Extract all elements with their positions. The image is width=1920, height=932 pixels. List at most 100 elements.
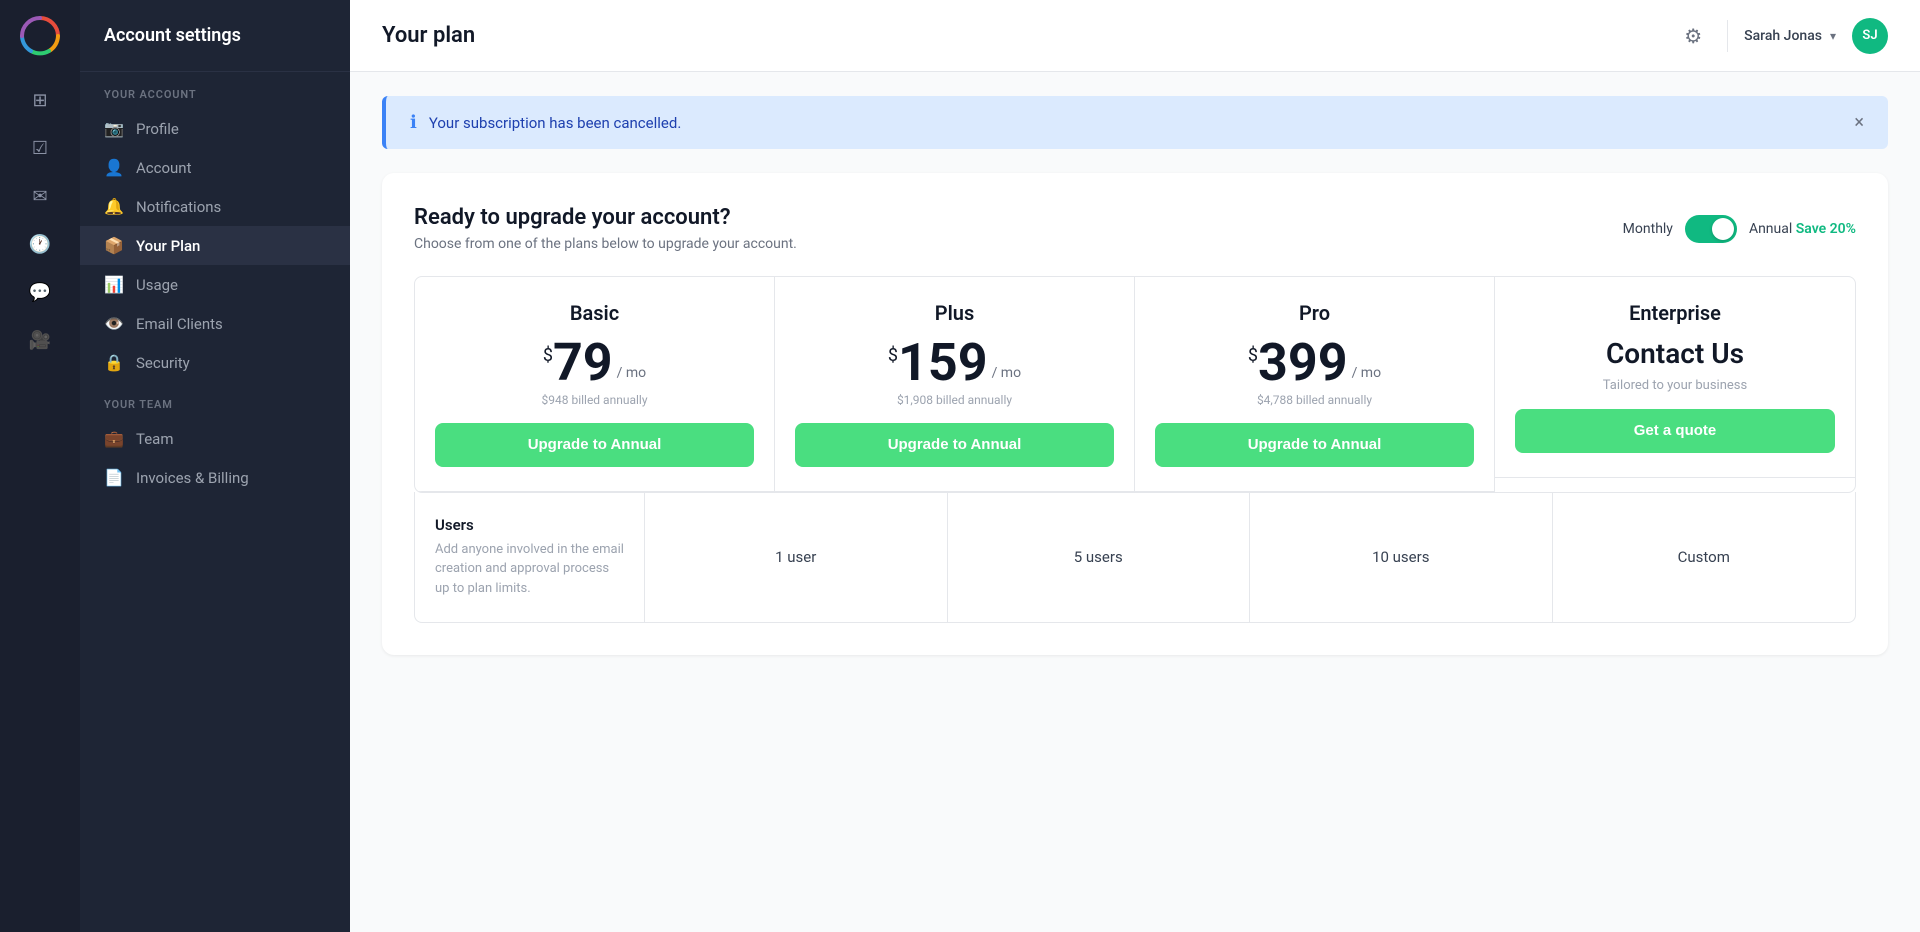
plans-grid: Basic $ 79 / mo $948 billed annually Upg… bbox=[414, 276, 1856, 493]
sidebar-icon-grid[interactable]: ⊞ bbox=[20, 80, 60, 120]
sidebar-label-security: Security bbox=[136, 354, 190, 372]
app-logo[interactable] bbox=[20, 16, 60, 56]
settings-icon[interactable]: ⚙ bbox=[1675, 18, 1711, 54]
plan-header: Ready to upgrade your account? Choose fr… bbox=[414, 205, 1856, 252]
plan-enterprise-name: Enterprise bbox=[1515, 301, 1835, 325]
plan-plus-cta[interactable]: Upgrade to Annual bbox=[795, 423, 1114, 467]
billing-annual-label: Annual Save 20% bbox=[1749, 221, 1856, 237]
sidebar-icon-clock[interactable]: 🕐 bbox=[20, 224, 60, 264]
billing-toggle-section: Monthly Annual Save 20% bbox=[1623, 215, 1856, 243]
plan-basic-dollar: $ bbox=[543, 345, 553, 366]
sidebar-label-profile: Profile bbox=[136, 120, 179, 138]
account-icon: 👤 bbox=[104, 158, 124, 177]
section-label-team: YOUR TEAM bbox=[80, 382, 350, 419]
plan-enterprise-contact: Contact Us bbox=[1515, 337, 1835, 370]
user-menu[interactable]: Sarah Jonas ▾ bbox=[1744, 28, 1836, 44]
sidebar-label-usage: Usage bbox=[136, 276, 178, 294]
section-label-account: YOUR ACCOUNT bbox=[80, 72, 350, 109]
sidebar-item-team[interactable]: 💼 Team bbox=[80, 419, 350, 458]
info-icon: ℹ bbox=[410, 112, 417, 133]
sidebar-icon-check[interactable]: ☑ bbox=[20, 128, 60, 168]
feature-users-basic: 1 user bbox=[645, 492, 948, 623]
header-right: ⚙ Sarah Jonas ▾ SJ bbox=[1675, 18, 1888, 54]
main-area: Your plan ⚙ Sarah Jonas ▾ SJ ℹ Your subs… bbox=[350, 0, 1920, 932]
sidebar-icon-video[interactable]: 🎥 bbox=[20, 320, 60, 360]
plan-plus-annual: $1,908 billed annually bbox=[795, 393, 1114, 407]
sidebar-item-account[interactable]: 👤 Account bbox=[80, 148, 350, 187]
main-header: Your plan ⚙ Sarah Jonas ▾ SJ bbox=[350, 0, 1920, 72]
notifications-icon: 🔔 bbox=[104, 197, 124, 216]
plan-title-section: Ready to upgrade your account? Choose fr… bbox=[414, 205, 797, 252]
sidebar-item-profile[interactable]: 📷 Profile bbox=[80, 109, 350, 148]
sidebar-label-email-clients: Email Clients bbox=[136, 315, 223, 333]
plan-basic-period: / mo bbox=[617, 365, 647, 381]
sidebar-item-usage[interactable]: 📊 Usage bbox=[80, 265, 350, 304]
plan-plus-price: $ 159 / mo bbox=[795, 337, 1114, 389]
sidebar-icon-mail[interactable]: ✉ bbox=[20, 176, 60, 216]
app-title: Account settings bbox=[104, 25, 241, 46]
header-divider bbox=[1727, 20, 1728, 52]
plan-basic-amount: 79 bbox=[553, 337, 613, 389]
toggle-knob bbox=[1712, 218, 1734, 240]
plan-pro-amount: 399 bbox=[1258, 337, 1348, 389]
alert-banner: ℹ Your subscription has been cancelled. … bbox=[382, 96, 1888, 149]
sidebar-icon-chat[interactable]: 💬 bbox=[20, 272, 60, 312]
sidebar-label-invoices: Invoices & Billing bbox=[136, 469, 249, 487]
security-icon: 🔒 bbox=[104, 353, 124, 372]
plan-subtitle: Choose from one of the plans below to up… bbox=[414, 236, 797, 252]
sidebar-label-account: Account bbox=[136, 159, 192, 177]
sidebar-label-notifications: Notifications bbox=[136, 198, 221, 216]
sidebar-label-your-plan: Your Plan bbox=[136, 237, 200, 255]
usage-icon: 📊 bbox=[104, 275, 124, 294]
nav-sidebar: Account settings YOUR ACCOUNT 📷 Profile … bbox=[80, 0, 350, 932]
plan-basic-cta[interactable]: Upgrade to Annual bbox=[435, 423, 754, 467]
plan-plus-header: Plus $ 159 / mo $1,908 billed annually U… bbox=[775, 277, 1134, 492]
sidebar-item-notifications[interactable]: 🔔 Notifications bbox=[80, 187, 350, 226]
plan-pro-cta[interactable]: Upgrade to Annual bbox=[1155, 423, 1474, 467]
plan-plus-period: / mo bbox=[992, 365, 1022, 381]
sidebar-item-invoices[interactable]: 📄 Invoices & Billing bbox=[80, 458, 350, 497]
sidebar-item-security[interactable]: 🔒 Security bbox=[80, 343, 350, 382]
billing-toggle[interactable] bbox=[1685, 215, 1737, 243]
plan-enterprise: Enterprise Contact Us Tailored to your b… bbox=[1495, 277, 1855, 492]
profile-icon: 📷 bbox=[104, 119, 124, 138]
plan-basic-header: Basic $ 79 / mo $948 billed annually Upg… bbox=[415, 277, 774, 492]
feature-users-row: Users Add anyone involved in the email c… bbox=[415, 492, 1855, 623]
plan-basic: Basic $ 79 / mo $948 billed annually Upg… bbox=[415, 277, 775, 492]
plan-basic-name: Basic bbox=[435, 301, 754, 325]
plan-section: Ready to upgrade your account? Choose fr… bbox=[382, 173, 1888, 655]
main-content: ℹ Your subscription has been cancelled. … bbox=[350, 72, 1920, 932]
sidebar-label-team: Team bbox=[136, 430, 174, 448]
avatar[interactable]: SJ bbox=[1852, 18, 1888, 54]
plan-plus-amount: 159 bbox=[898, 337, 988, 389]
plan-pro-header: Pro $ 399 / mo $4,788 billed annually Up… bbox=[1135, 277, 1494, 492]
plan-pro: Pro $ 399 / mo $4,788 billed annually Up… bbox=[1135, 277, 1495, 492]
sidebar-item-your-plan[interactable]: 📦 Your Plan bbox=[80, 226, 350, 265]
plan-plus: Plus $ 159 / mo $1,908 billed annually U… bbox=[775, 277, 1135, 492]
plan-enterprise-header: Enterprise Contact Us Tailored to your b… bbox=[1495, 277, 1855, 478]
alert-message: Your subscription has been cancelled. bbox=[429, 114, 1843, 132]
feature-users-desc: Add anyone involved in the email creatio… bbox=[435, 540, 624, 599]
plan-pro-annual: $4,788 billed annually bbox=[1155, 393, 1474, 407]
team-icon: 💼 bbox=[104, 429, 124, 448]
chevron-down-icon: ▾ bbox=[1830, 29, 1836, 43]
plan-pro-period: / mo bbox=[1352, 365, 1382, 381]
plan-plus-dollar: $ bbox=[888, 345, 898, 366]
alert-close-button[interactable]: × bbox=[1854, 112, 1864, 133]
email-clients-icon: 👁️ bbox=[104, 314, 124, 333]
feature-users-enterprise: Custom bbox=[1553, 492, 1856, 623]
features-table: Users Add anyone involved in the email c… bbox=[414, 492, 1856, 624]
sidebar-item-email-clients[interactable]: 👁️ Email Clients bbox=[80, 304, 350, 343]
plan-basic-annual: $948 billed annually bbox=[435, 393, 754, 407]
sidebar-header: Account settings bbox=[80, 0, 350, 72]
plan-icon: 📦 bbox=[104, 236, 124, 255]
plan-pro-dollar: $ bbox=[1248, 345, 1258, 366]
plan-pro-price: $ 399 / mo bbox=[1155, 337, 1474, 389]
billing-monthly-label: Monthly bbox=[1623, 221, 1673, 237]
feature-users-title: Users bbox=[435, 516, 624, 534]
plan-enterprise-sub: Tailored to your business bbox=[1515, 378, 1835, 393]
invoices-icon: 📄 bbox=[104, 468, 124, 487]
plan-enterprise-cta[interactable]: Get a quote bbox=[1515, 409, 1835, 453]
feature-users-label: Users Add anyone involved in the email c… bbox=[415, 492, 645, 623]
save-badge: Save 20% bbox=[1796, 221, 1856, 237]
